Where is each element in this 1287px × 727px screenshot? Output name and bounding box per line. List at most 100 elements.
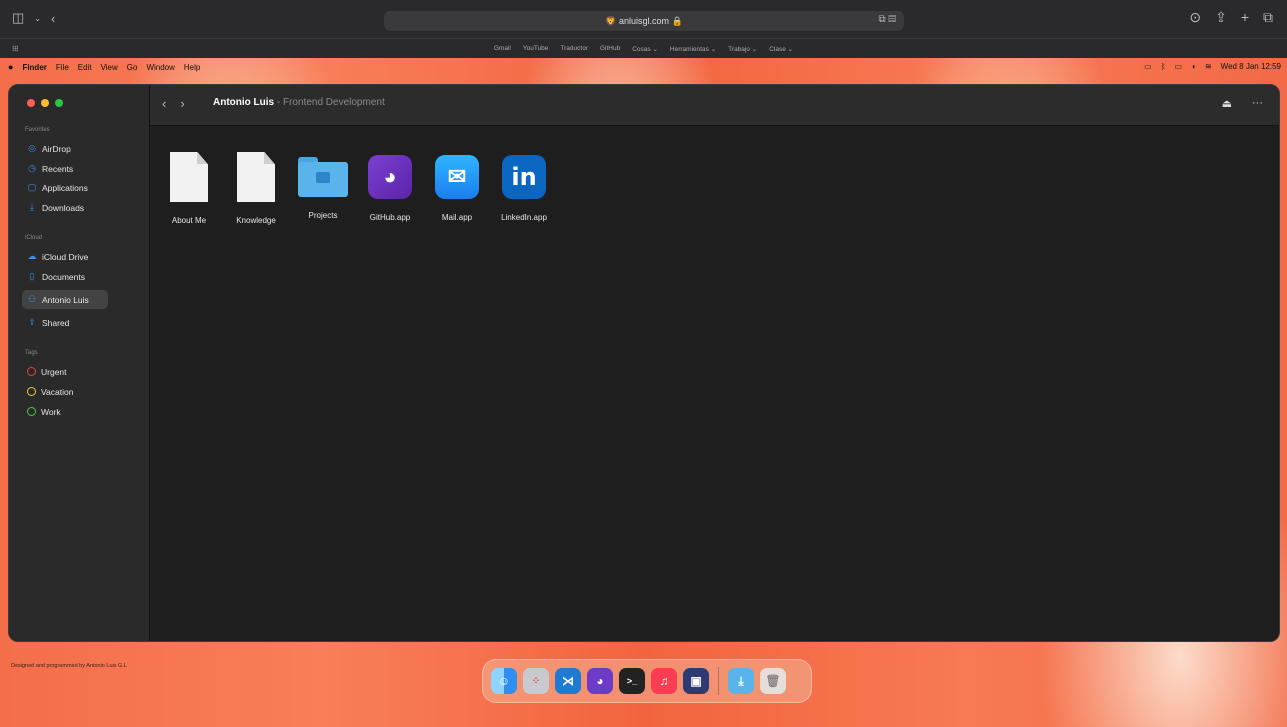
linkedin-icon: in bbox=[502, 155, 546, 199]
tag-circle-icon bbox=[27, 407, 36, 416]
file-label: About Me bbox=[171, 216, 207, 225]
terminal-icon[interactable]: >_ bbox=[619, 668, 645, 694]
grid-icon[interactable]: ⊞ bbox=[12, 44, 19, 53]
bookmark-github[interactable]: GitHub bbox=[600, 45, 620, 52]
launchpad-icon[interactable]: ⁘ bbox=[523, 668, 549, 694]
user-icon: ⚇ bbox=[27, 294, 37, 304]
folder-subtitle: - Frontend Development bbox=[274, 97, 385, 108]
sidebar-item-label: Downloads bbox=[42, 202, 85, 213]
github-icon: ◕ bbox=[368, 155, 412, 199]
forward-icon[interactable]: › bbox=[180, 96, 184, 111]
navigation-arrows: ‹ › bbox=[162, 96, 185, 111]
file-mail-app[interactable]: ✉ Mail.app bbox=[422, 152, 492, 222]
bookmark-clase[interactable]: Clase ⌄ bbox=[769, 45, 793, 53]
tag-circle-icon bbox=[27, 387, 36, 396]
downloads-folder-icon[interactable]: ⤓ bbox=[728, 668, 754, 694]
virtualbox-icon[interactable]: ▣ bbox=[683, 668, 709, 694]
file-label: Projects bbox=[308, 211, 338, 220]
bookmark-gmail[interactable]: Gmail bbox=[494, 45, 511, 52]
back-icon[interactable]: ‹ bbox=[162, 96, 166, 111]
window-controls bbox=[27, 99, 63, 107]
sidebar-item-recents[interactable]: ◷ Recents bbox=[22, 159, 108, 178]
sidebar-item-icloud-drive[interactable]: ☁ iCloud Drive bbox=[22, 247, 108, 266]
file-label: LinkedIn.app bbox=[501, 213, 547, 222]
sidebar-tag-vacation[interactable]: Vacation bbox=[22, 382, 108, 401]
browser-toolbar: ◫ ⌄ ‹ 🦁 anluisgl.com 🔒 ⧉ ▤ ⊙ ⇪ + ⧉ bbox=[0, 0, 1287, 38]
sidebar-item-shared[interactable]: ⇪ Shared bbox=[22, 313, 108, 332]
bookmark-youtube[interactable]: YouTube bbox=[523, 45, 549, 52]
bookmark-cosas[interactable]: Cosas ⌄ bbox=[632, 45, 658, 53]
file-github-app[interactable]: ◕ GitHub.app bbox=[355, 152, 425, 222]
share-icon[interactable]: ⇪ bbox=[1215, 9, 1227, 26]
file-knowledge[interactable]: Knowledge bbox=[221, 152, 291, 225]
sidebar-item-airdrop[interactable]: ◎ AirDrop bbox=[22, 139, 108, 158]
clock-icon: ◷ bbox=[28, 163, 36, 173]
sidebar-item-label: iCloud Drive bbox=[42, 251, 89, 262]
document-icon bbox=[237, 152, 275, 202]
finder-icon[interactable]: ☺ bbox=[491, 668, 517, 694]
document-icon bbox=[170, 152, 208, 202]
back-icon[interactable]: ‹ bbox=[51, 11, 55, 26]
file-label: Knowledge bbox=[236, 216, 276, 225]
more-icon[interactable]: ··· bbox=[1252, 97, 1263, 110]
menu-bar: ● Finder File Edit View Go Window Help ▭… bbox=[0, 58, 1287, 76]
vscode-icon[interactable]: ⋊ bbox=[555, 668, 581, 694]
menu-file[interactable]: File bbox=[56, 63, 69, 72]
github-icon[interactable]: ◕ bbox=[587, 668, 613, 694]
cloud-icon: ☁ bbox=[27, 251, 37, 261]
translate-icon[interactable]: ⧉ bbox=[878, 14, 885, 25]
sidebar-item-downloads[interactable]: ⤓ Downloads bbox=[22, 198, 108, 217]
section-tags: Tags bbox=[25, 350, 38, 356]
close-button[interactable] bbox=[27, 99, 35, 107]
menu-edit[interactable]: Edit bbox=[78, 63, 92, 72]
trash-icon[interactable]: 🗑 bbox=[760, 668, 786, 694]
finder-window: Favorites ◎ AirDrop ◷ Recents ▢ Applicat… bbox=[8, 84, 1280, 642]
sidebar-item-antonio-luis[interactable]: ⚇ Antonio Luis bbox=[22, 290, 108, 309]
eject-icon[interactable]: ⏏ bbox=[1222, 97, 1232, 110]
bookmark-traductor[interactable]: Traductor bbox=[560, 45, 588, 52]
sidebar-tag-urgent[interactable]: Urgent bbox=[22, 362, 108, 381]
wifi-icon[interactable]: ≋ bbox=[1205, 62, 1212, 71]
apple-icon[interactable]: ● bbox=[8, 62, 13, 72]
menu-go[interactable]: Go bbox=[127, 63, 138, 72]
menu-app-name[interactable]: Finder bbox=[22, 63, 46, 72]
address-bar[interactable]: 🦁 anluisgl.com 🔒 ⧉ ▤ bbox=[384, 11, 904, 31]
minimize-button[interactable] bbox=[41, 99, 49, 107]
menu-window[interactable]: Window bbox=[146, 63, 174, 72]
menu-help[interactable]: Help bbox=[184, 63, 200, 72]
sidebar-item-label: Antonio Luis bbox=[42, 294, 89, 305]
file-projects[interactable]: Projects bbox=[288, 152, 358, 220]
finder-sidebar: Favorites ◎ AirDrop ◷ Recents ▢ Applicat… bbox=[9, 85, 150, 641]
menu-bar-left: ● Finder File Edit View Go Window Help bbox=[0, 62, 200, 72]
file-linkedin-app[interactable]: in LinkedIn.app bbox=[489, 152, 559, 222]
bluetooth-icon[interactable]: ᛒ bbox=[1161, 62, 1166, 71]
new-tab-icon[interactable]: + bbox=[1241, 9, 1249, 26]
bookmark-herramientas[interactable]: Herramientas ⌄ bbox=[670, 45, 716, 53]
address-bar-icons: ⧉ ▤ bbox=[878, 14, 896, 25]
tabs-overview-icon[interactable]: ⧉ bbox=[1263, 9, 1273, 26]
bookmark-trabajo[interactable]: Trabajo ⌄ bbox=[728, 45, 757, 53]
sidebar-item-label: Urgent bbox=[41, 366, 67, 377]
file-about-me[interactable]: About Me bbox=[154, 152, 224, 225]
music-icon[interactable]: ♫ bbox=[651, 668, 677, 694]
menu-view[interactable]: View bbox=[101, 63, 118, 72]
volume-icon[interactable]: ◖ bbox=[1191, 62, 1196, 71]
sidebar-item-label: Recents bbox=[42, 163, 74, 174]
clock-text[interactable]: Wed 8 Jan 12:59 bbox=[1221, 62, 1281, 71]
section-favorites: Favorites bbox=[25, 127, 50, 133]
mail-icon: ✉ bbox=[435, 155, 479, 199]
sidebar-item-applications[interactable]: ▢ Applications bbox=[22, 178, 108, 197]
toolbar-actions: ⏏ ··· bbox=[1222, 97, 1263, 110]
airplay-icon[interactable]: ▭ bbox=[1144, 62, 1152, 71]
sidebar-item-label: Shared bbox=[42, 317, 70, 328]
sidebar-toggle-icon[interactable]: ◫ bbox=[12, 10, 24, 26]
tag-circle-icon bbox=[27, 367, 36, 376]
reader-icon[interactable]: ▤ bbox=[888, 14, 896, 25]
chevron-down-icon[interactable]: ⌄ bbox=[34, 14, 41, 23]
file-label: Mail.app bbox=[441, 213, 473, 222]
sidebar-item-documents[interactable]: ▯ Documents bbox=[22, 267, 108, 286]
zoom-button[interactable] bbox=[55, 99, 63, 107]
download-icon[interactable]: ⊙ bbox=[1189, 9, 1201, 26]
sidebar-tag-work[interactable]: Work bbox=[22, 402, 108, 421]
battery-icon[interactable]: ▭ bbox=[1175, 62, 1183, 71]
